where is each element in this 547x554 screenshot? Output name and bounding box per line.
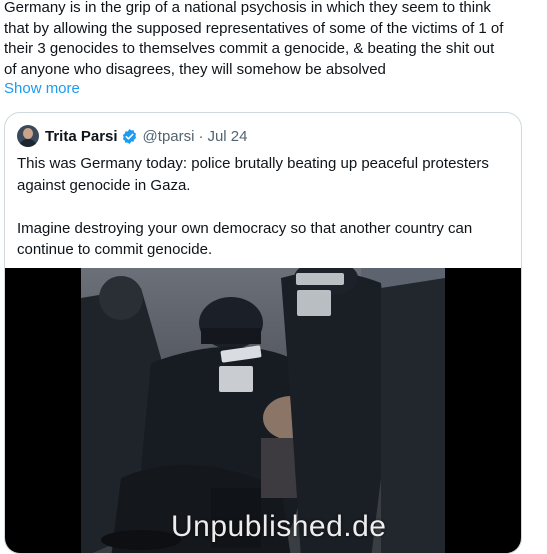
quoted-tweet[interactable]: Trita Parsi @tparsi · Jul 24 This was Ge… <box>4 112 522 554</box>
avatar[interactable] <box>17 125 39 147</box>
separator-dot: · <box>198 127 204 145</box>
tweet-date[interactable]: Jul 24 <box>207 128 247 145</box>
verified-badge-icon <box>121 128 138 145</box>
video-watermark: Unpublished.de <box>171 510 387 543</box>
author-handle[interactable]: @tparsi <box>143 128 195 145</box>
quoted-tweet-header: Trita Parsi @tparsi · Jul 24 <box>17 125 248 147</box>
show-more-link[interactable]: Show more <box>4 80 80 97</box>
tweet-text: Germany is in the grip of a national psy… <box>4 0 504 78</box>
author-name[interactable]: Trita Parsi <box>45 128 118 145</box>
video-frame[interactable]: Unpublished.de <box>81 268 445 553</box>
quoted-tweet-text: This was Germany today: police brutally … <box>17 155 489 258</box>
video-player[interactable]: Unpublished.de <box>5 268 521 553</box>
